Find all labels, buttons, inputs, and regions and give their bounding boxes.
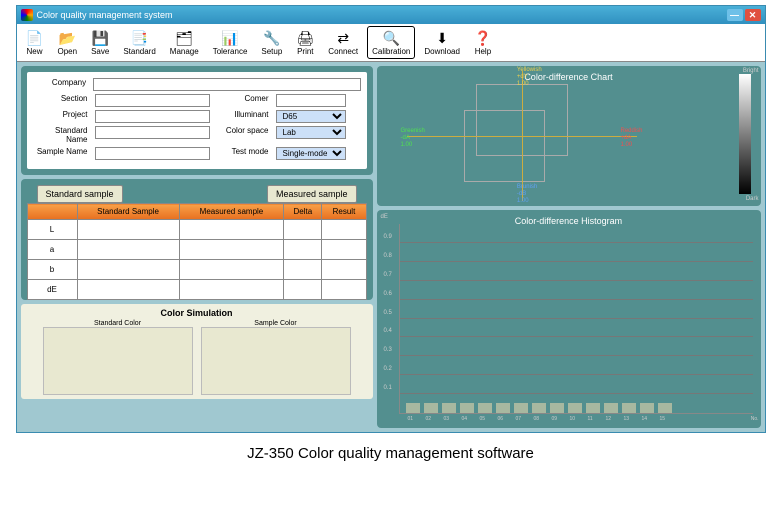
- de-axis-label: dE: [381, 214, 388, 220]
- project-input[interactable]: [95, 110, 210, 123]
- page-caption: JZ-350 Color quality management software: [0, 445, 781, 462]
- histogram-panel: Color-difference Histogram dE 0.90.80.70…: [377, 210, 761, 428]
- brightness-bar: [739, 74, 751, 194]
- standard-icon: 📑: [131, 29, 149, 47]
- toolbar-print-button[interactable]: 🖨Print: [291, 26, 319, 59]
- histogram-bar: [622, 403, 636, 413]
- colorspace-select[interactable]: Lab: [276, 126, 346, 139]
- form-panel: Company Section Comer Project Illuminant D6…: [21, 66, 373, 175]
- toolbar-connect-button[interactable]: ⇄Connect: [323, 26, 363, 59]
- simulation-title: Color Simulation: [25, 308, 369, 318]
- section-input[interactable]: [95, 94, 210, 107]
- project-label: Project: [33, 110, 91, 123]
- toolbar-calibration-button[interactable]: 🔍Calibration: [367, 26, 415, 59]
- tab-measured-sample[interactable]: Measured sample: [267, 185, 357, 203]
- std-color-label: Standard Color: [43, 320, 193, 327]
- connect-icon: ⇄: [334, 29, 352, 47]
- save-icon: 💾: [91, 29, 109, 47]
- table-header: Delta: [284, 204, 322, 220]
- window-title: Color quality management system: [37, 10, 173, 20]
- histogram-bar: [532, 403, 546, 413]
- histogram-bar: [442, 403, 456, 413]
- testmode-label: Test mode: [214, 147, 272, 160]
- histogram-bar: [496, 403, 510, 413]
- histogram-bar: [514, 403, 528, 413]
- table-row: a: [27, 240, 366, 260]
- samplename-label: Sample Name: [33, 147, 91, 160]
- open-icon: 📂: [58, 29, 76, 47]
- table-header: Standard Sample: [77, 204, 179, 220]
- calibration-icon: 🔍: [382, 29, 400, 47]
- app-window: Color quality management system ― ✕ 📄New…: [16, 5, 766, 433]
- table-header: Result: [322, 204, 366, 220]
- sample-color-label: Sample Color: [201, 320, 351, 327]
- testmode-select[interactable]: Single-model: [276, 147, 346, 160]
- histogram-bar: [658, 403, 672, 413]
- histogram-bar: [460, 403, 474, 413]
- print-icon: 🖨: [296, 29, 314, 47]
- sample-color-swatch: [201, 327, 351, 395]
- toolbar-new-button[interactable]: 📄New: [21, 26, 49, 59]
- manage-icon: 🗂: [175, 29, 193, 47]
- histogram-bar: [604, 403, 618, 413]
- section-label: Section: [33, 94, 91, 107]
- simulation-panel: Color Simulation Standard Color Sample C…: [21, 304, 373, 399]
- histogram-frame: 0.90.80.70.60.50.40.30.20.10102030405060…: [399, 224, 753, 414]
- table-row: L: [27, 220, 366, 240]
- table-row: dE: [27, 280, 366, 300]
- tab-standard-sample[interactable]: Standard sample: [37, 185, 123, 203]
- diff-chart-axes: Yellowish +dY 1.00 Brunish -dB 1.00 Gree…: [407, 71, 637, 201]
- comer-input[interactable]: [276, 94, 346, 107]
- table-row: b: [27, 260, 366, 280]
- dark-label: Dark: [746, 196, 759, 202]
- toolbar-standard-button[interactable]: 📑Standard: [118, 26, 160, 59]
- minimize-button[interactable]: ―: [727, 9, 743, 21]
- bright-label: Bright: [743, 68, 759, 74]
- table-header: [27, 204, 77, 220]
- comer-label: Comer: [214, 94, 272, 107]
- histogram-bar: [586, 403, 600, 413]
- colorspace-label: Color space: [214, 126, 272, 144]
- toolbar-open-button[interactable]: 📂Open: [53, 26, 83, 59]
- toolbar: 📄New📂Open💾Save📑Standard🗂Manage📊Tolerance…: [17, 24, 765, 62]
- tolerance-icon: 📊: [221, 29, 239, 47]
- company-label: Company: [33, 78, 90, 91]
- histogram-bar: [424, 403, 438, 413]
- stdname-input[interactable]: [95, 126, 210, 139]
- table-header: Measured sample: [179, 204, 284, 220]
- axis-label-left: Greenish -dA 1.00: [401, 128, 425, 149]
- toolbar-manage-button[interactable]: 🗂Manage: [165, 26, 204, 59]
- histogram-bar: [640, 403, 654, 413]
- histogram-bar: [550, 403, 564, 413]
- download-icon: ⬇: [433, 29, 451, 47]
- diff-chart-panel: Color-difference Chart Yellowish +dY 1.0…: [377, 66, 761, 206]
- illuminant-select[interactable]: D65: [276, 110, 346, 123]
- company-input[interactable]: [93, 78, 360, 91]
- close-button[interactable]: ✕: [745, 9, 761, 21]
- axis-label-bottom: Brunish -dB 1.00: [517, 184, 537, 205]
- new-icon: 📄: [26, 29, 44, 47]
- histogram-bar: [478, 403, 492, 413]
- stdname-label: Standard Name: [33, 126, 91, 144]
- toolbar-tolerance-button[interactable]: 📊Tolerance: [208, 26, 253, 59]
- axis-label-top: Yellowish +dY 1.00: [517, 67, 542, 88]
- toolbar-setup-button[interactable]: 🔧Setup: [256, 26, 287, 59]
- toolbar-help-button[interactable]: ❓Help: [469, 26, 497, 59]
- toolbar-save-button[interactable]: 💾Save: [86, 26, 114, 59]
- samplename-input[interactable]: [95, 147, 210, 160]
- illuminant-label: Illuminant: [214, 110, 272, 123]
- setup-icon: 🔧: [263, 29, 281, 47]
- table-panel: Standard sample Measured sample Standard…: [21, 179, 373, 300]
- help-icon: ❓: [474, 29, 492, 47]
- histogram-bar: [568, 403, 582, 413]
- histogram-bar: [406, 403, 420, 413]
- toolbar-download-button[interactable]: ⬇Download: [419, 26, 465, 59]
- titlebar: Color quality management system ― ✕: [17, 6, 765, 24]
- app-logo-icon: [21, 9, 33, 21]
- results-table: Standard SampleMeasured sampleDeltaResul…: [27, 203, 367, 300]
- axis-label-right: Reddish +dA 1.00: [620, 128, 642, 149]
- std-color-swatch: [43, 327, 193, 395]
